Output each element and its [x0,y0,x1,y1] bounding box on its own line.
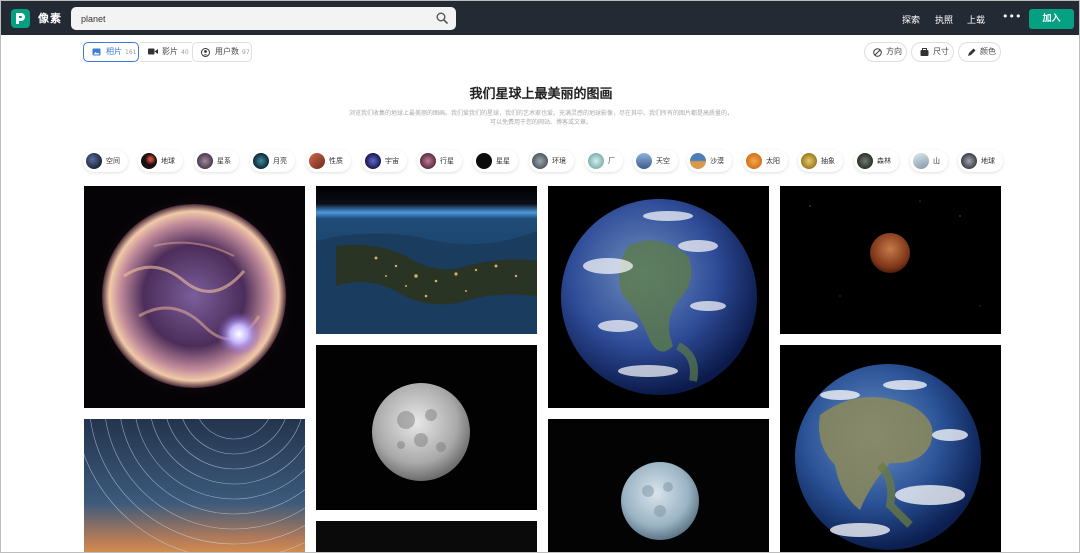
chip-universe[interactable]: 宇宙 [362,150,407,172]
chip-earth[interactable]: 地球 [138,150,183,172]
more-menu-button[interactable]: ••• [1002,10,1021,23]
color-icon [968,48,976,56]
chip-thumbnail [746,153,762,169]
chip-thumbnail [913,153,929,169]
orientation-icon [873,48,882,57]
chip-forest[interactable]: 森林 [854,150,899,172]
chip-thumbnail [86,153,102,169]
chip-thumbnail [857,153,873,169]
tab-photos[interactable]: 相片 161 [83,42,139,62]
app-frame: 像素 探索 执照 上载 ••• 加入 相片161 影片40 用户数97 方向 尺… [0,0,1080,553]
nav-explore[interactable]: 探索 [902,13,920,26]
chip-space[interactable]: 空间 [83,150,128,172]
page-title: 我们星球上最美丽的图画 [469,87,613,102]
photo-sun[interactable] [84,186,305,408]
nav-license[interactable]: 执照 [935,13,953,26]
photo-star-trails[interactable] [84,419,305,552]
chip-sun[interactable]: 太阳 [743,150,788,172]
photo-red-moon[interactable] [780,186,1001,334]
chip-galaxy[interactable]: 星系 [194,150,239,172]
chip-thumbnail [197,153,213,169]
earth-americas-image [548,186,769,408]
chip-thumbnail [801,153,817,169]
tab-videos[interactable]: 影片 40 [140,42,192,62]
chip-nature[interactable]: 性质 [306,150,351,172]
sun-image [84,186,305,408]
search-bar[interactable] [71,7,456,30]
red-moon-image [780,186,1001,334]
photo-earth-city-lights[interactable] [316,186,537,334]
chip-thumbnail [690,153,706,169]
filter-color[interactable]: 颜色 [958,42,1001,62]
join-button[interactable]: 加入 [1029,9,1074,29]
photo-partial[interactable] [316,521,537,552]
chip-environment[interactable]: 环境 [529,150,574,172]
chip-abstract[interactable]: 抽象 [798,150,843,172]
image-icon [92,48,101,56]
top-navigation-bar: 像素 探索 执照 上载 ••• 加入 [1,1,1079,35]
user-icon [201,48,210,57]
chip-thumbnail [532,153,548,169]
chip-stars[interactable]: 星星 [473,150,518,172]
chip-thumbnail [420,153,436,169]
chip-thumbnail [961,153,977,169]
chip-mountain[interactable]: 山 [910,150,948,172]
earth-blue-marble-image [780,345,1001,552]
size-icon [920,48,929,56]
chip-thumbnail [253,153,269,169]
chip-moon[interactable]: 月亮 [250,150,295,172]
blue-moon-image [548,419,769,552]
earth-city-lights-image [316,186,537,334]
photo-blue-moon[interactable] [548,419,769,552]
tab-users[interactable]: 用户数 97 [192,42,252,62]
photo-full-moon[interactable] [316,345,537,510]
photo-earth-americas[interactable] [548,186,769,408]
chip-thumbnail [309,153,325,169]
chip-sky[interactable]: 天空 [633,150,678,172]
chip-thumbnail [141,153,157,169]
chip-thumbnail [365,153,381,169]
star-trails-image [84,419,305,552]
nav-upload[interactable]: 上载 [967,13,985,26]
chip-thumbnail [636,153,652,169]
chip-desert[interactable]: 沙漠 [687,150,732,172]
chip-planet[interactable]: 行星 [417,150,462,172]
full-moon-image [316,345,537,510]
chip-thumbnail [476,153,492,169]
search-input[interactable] [81,10,421,27]
logo-icon[interactable] [11,9,30,28]
chip-factory[interactable]: 厂 [585,150,623,172]
video-icon [148,48,158,55]
filter-orientation[interactable]: 方向 [864,42,907,62]
photo-earth-blue-marble[interactable] [780,345,1001,552]
search-icon[interactable] [436,12,448,24]
chip-thumbnail [588,153,604,169]
filter-size[interactable]: 尺寸 [911,42,954,62]
chip-earth-2[interactable]: 地球 [958,150,1003,172]
partial-image [316,521,537,552]
logo-text[interactable]: 像素 [38,10,62,26]
page-description: 浏览我们收集的地球上最美丽的图画。我们爱我们的星球，我们的艺术家也爱。充满灵感的… [348,110,733,126]
